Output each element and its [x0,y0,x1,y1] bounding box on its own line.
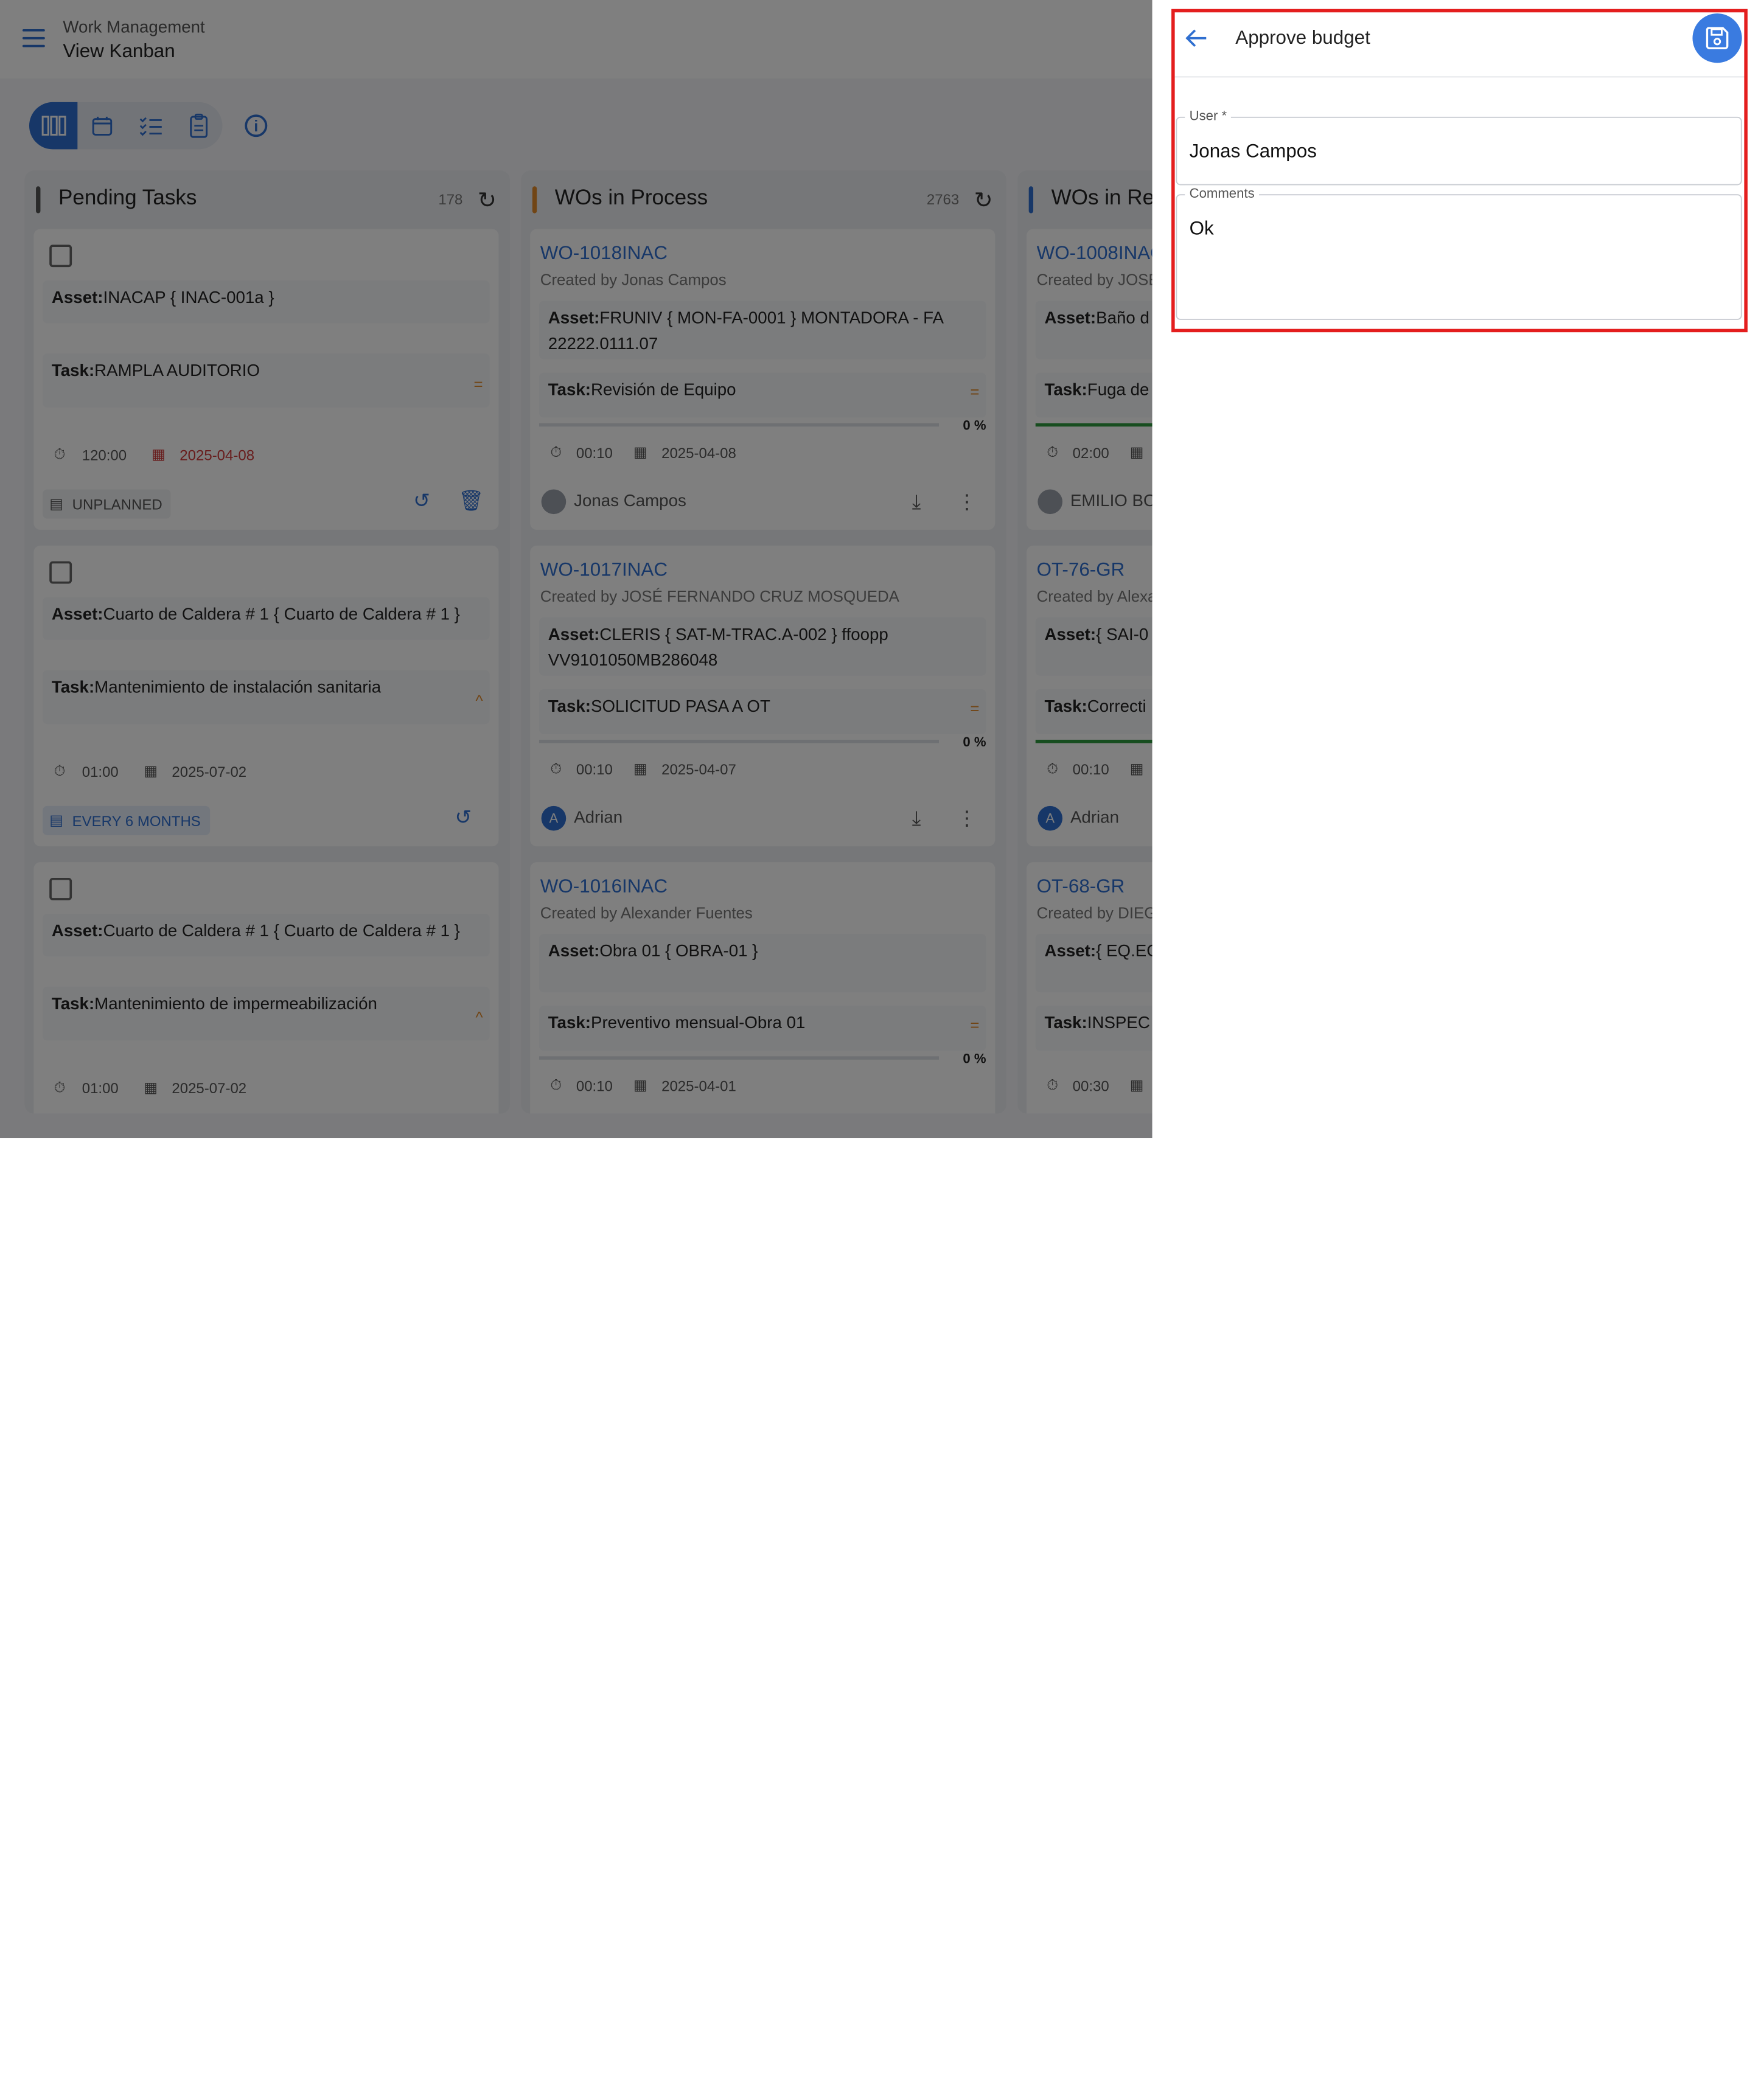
screen: Work Management View Kanban i Pending Ta… [0,0,1761,1139]
highlight-box [1171,9,1748,333]
kanban-app: Work Management View Kanban i Pending Ta… [0,0,1152,1139]
modal-backdrop[interactable] [0,0,1152,1139]
